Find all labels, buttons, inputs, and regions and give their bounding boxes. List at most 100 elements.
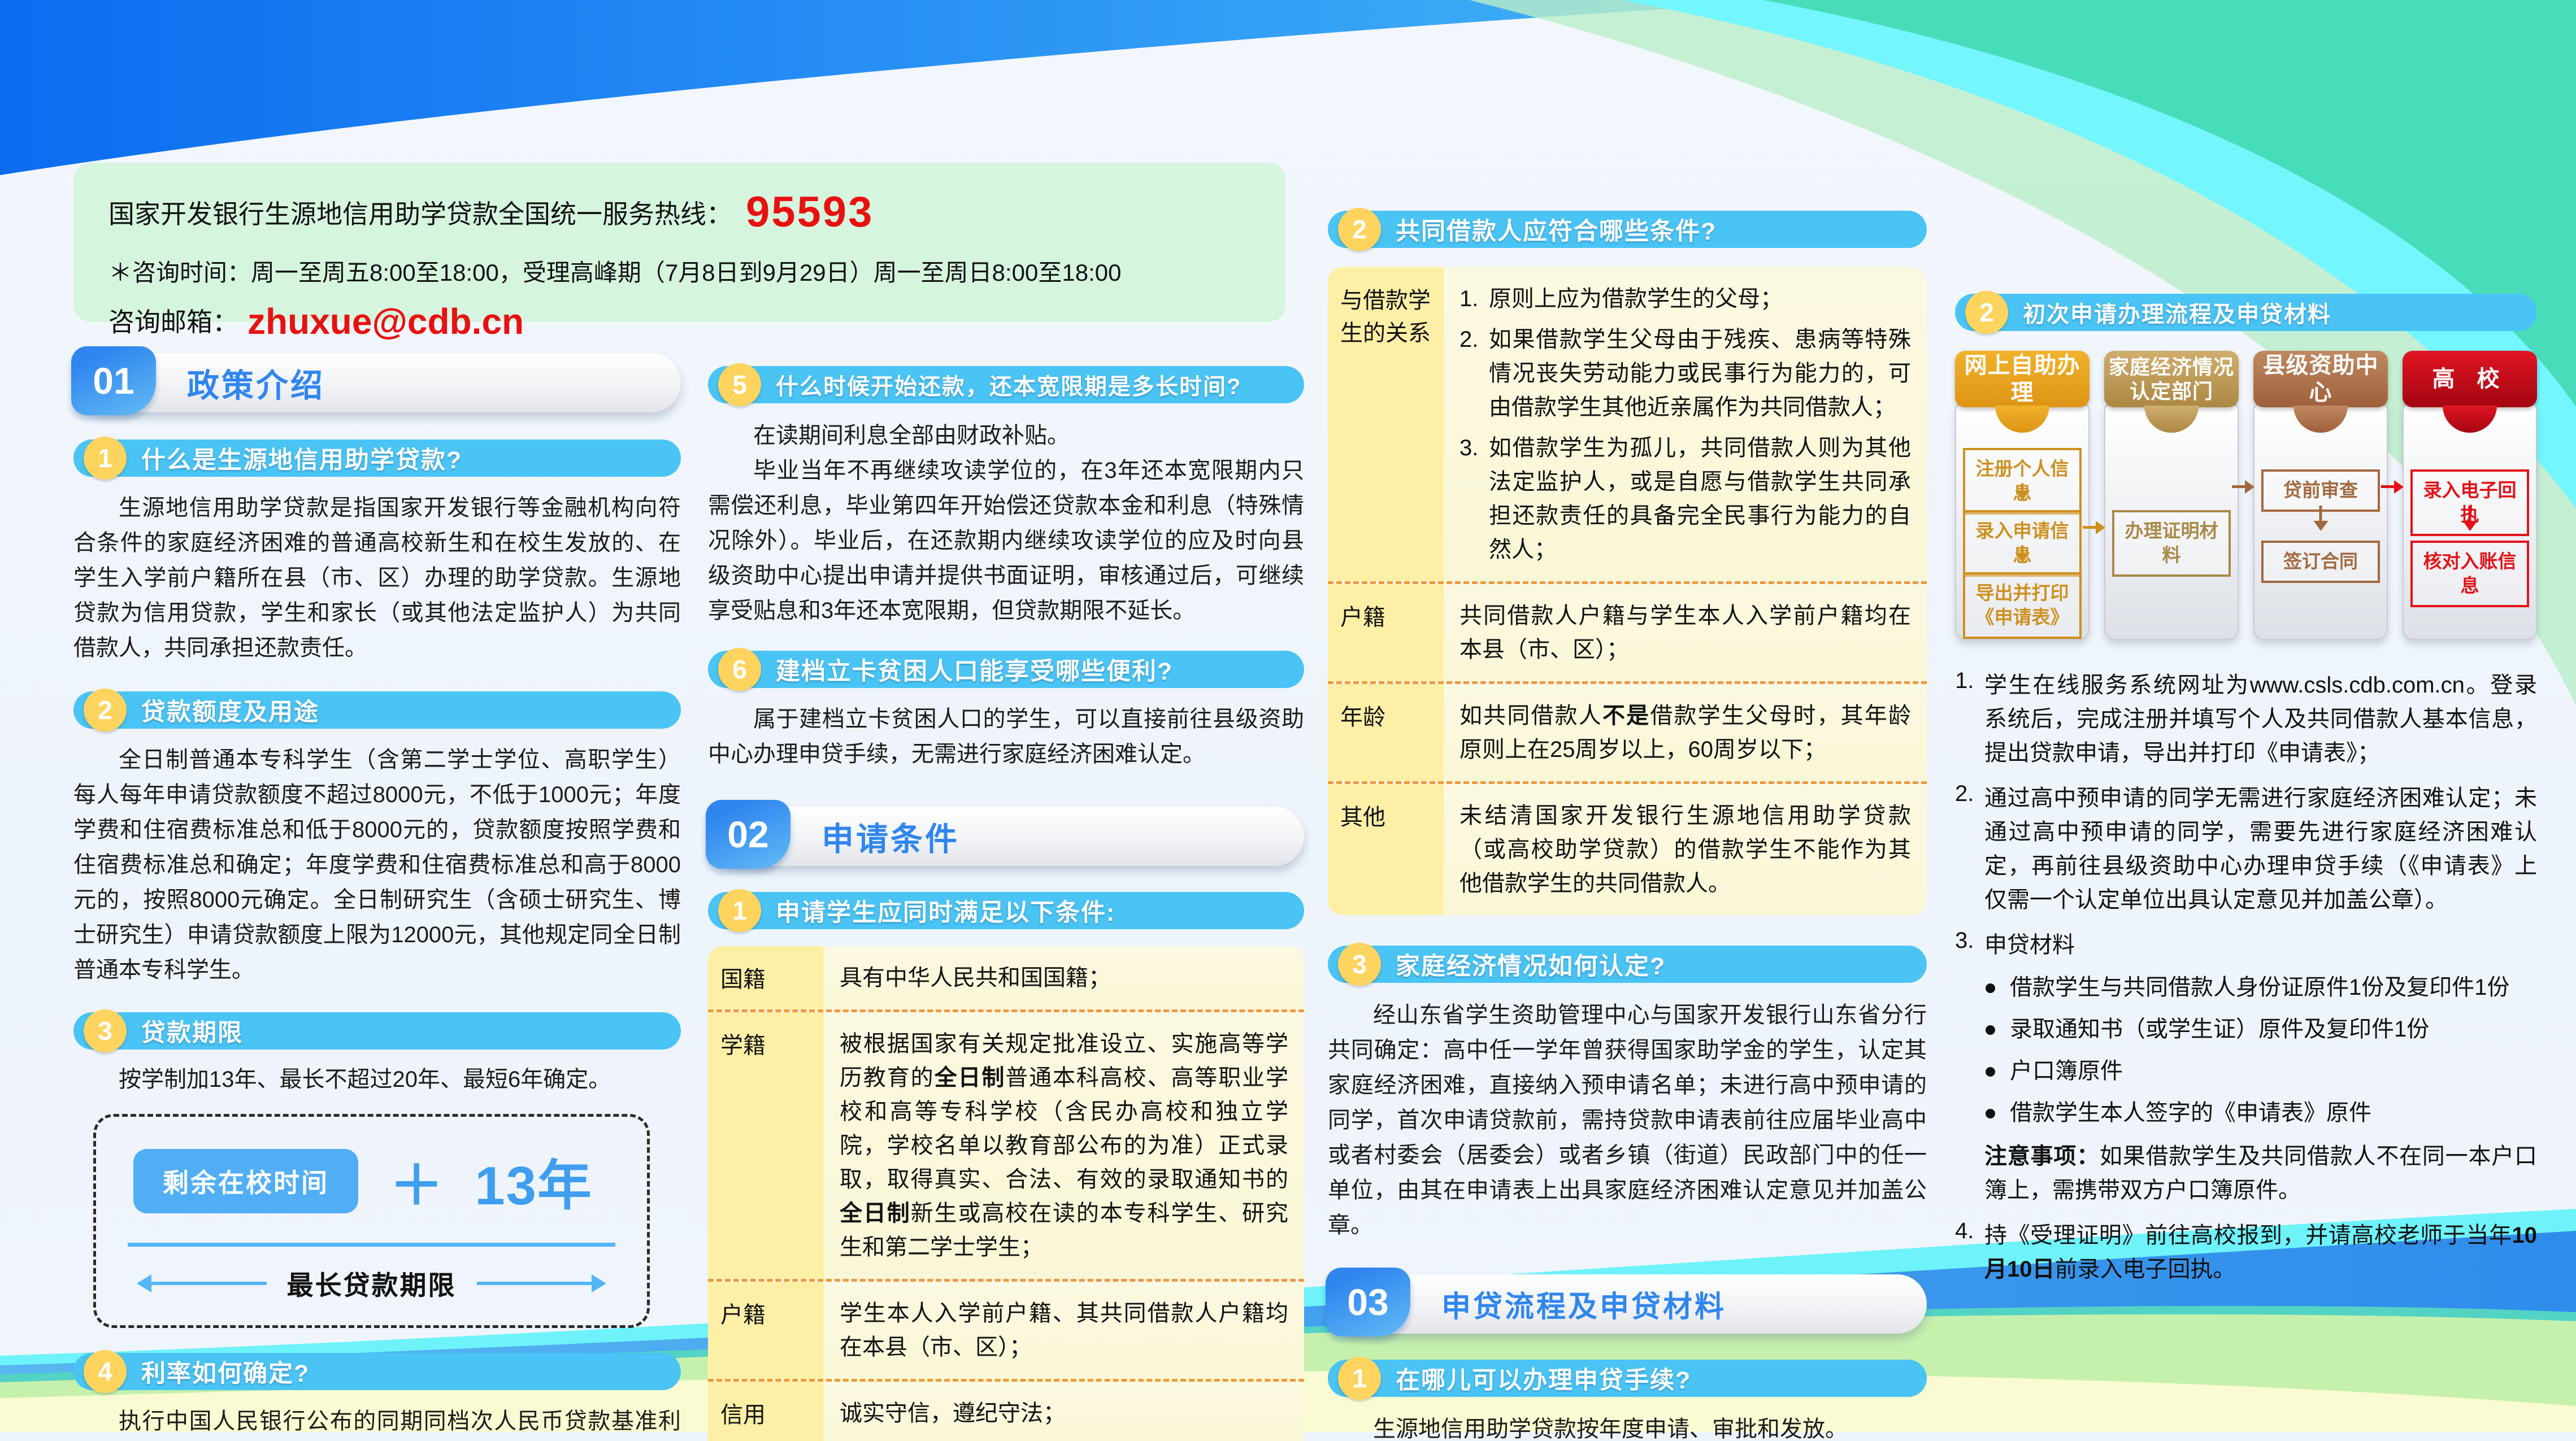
row-value: 学生本人入学前户籍、其共同借款人户籍均在本县（市、区）； xyxy=(824,1282,1304,1379)
q3-number-badge: 3 xyxy=(84,1009,127,1052)
where-apply-title: 在哪儿可以办理申贷手续? xyxy=(1396,1361,1691,1396)
q3-body: 按学制加13年、最长不超过20年、最短6年确定。 xyxy=(73,1062,681,1097)
row-value: 1. 原则上应为借款学生的父母； 2. 如果借款学生父母由于残疾、患病等特殊情况… xyxy=(1444,267,1927,581)
note-number: 1. xyxy=(1955,668,1984,770)
email-address: zhuxue@cdb.cn xyxy=(247,301,524,342)
row-text: 如共同借款人 xyxy=(1459,703,1602,728)
lane-header: 县级资助中心 xyxy=(2253,351,2388,407)
table-row: 户籍 学生本人入学前户籍、其共同借款人户籍均在本县（市、区）； xyxy=(708,1282,1304,1382)
row-value: 共同借款人户籍与学生本人入学前户籍均在本县（市、区）； xyxy=(1444,584,1927,681)
item-text: 原则上应为借款学生的父母； xyxy=(1489,282,1911,316)
apply-conditions-title: 申请学生应同时满足以下条件: xyxy=(776,893,1115,928)
row-value: 如共同借款人不是借款学生父母时，其年龄原则上在25周岁以上，60周岁以下； xyxy=(1444,684,1927,781)
flow-lane-county-center: 县级资助中心 贷前审查 签订合同 xyxy=(2253,351,2388,645)
arrow-right-icon xyxy=(2232,485,2252,488)
section-03-title: 申贷流程及申贷材料 xyxy=(1441,1283,1726,1325)
q4-body: 执行中国人民银行公布的同期同档次人民币贷款基准利率，不上浮。每年12月21日根据… xyxy=(73,1404,681,1441)
diagram-rule xyxy=(128,1243,615,1247)
q1-pill: 1 什么是生源地信用助学贷款? xyxy=(73,439,681,477)
row-label: 与借款学生的关系 xyxy=(1328,267,1444,581)
apply-conditions-number-badge: 1 xyxy=(718,889,761,932)
lane-header: 高 校 xyxy=(2403,351,2537,407)
table-row: 国籍 具有中华人民共和国国籍； xyxy=(708,946,1304,1012)
note-text: 申贷材料 xyxy=(1984,928,2537,962)
column-first-apply-flow: 2 初次申请办理流程及申贷材料 网上自助办理 注册个人信息 录入申请信息 导出并… xyxy=(1955,294,2537,1286)
flow-notes-list: 1. 学生在线服务系统网址为www.csls.cdb.com.cn。登录系统后，… xyxy=(1955,668,2537,1286)
row-value: 被根据国家有关规定批准设立、实施高等学历教育的全日制普通本科高校、高等职业学校和… xyxy=(824,1012,1304,1279)
q1-title: 什么是生源地信用助学贷款? xyxy=(141,441,462,476)
column-coborrower-process: 2 共同借款人应符合哪些条件? 与借款学生的关系 1. 原则上应为借款学生的父母… xyxy=(1328,211,1927,1441)
family-assess-number-badge: 3 xyxy=(1338,943,1381,986)
row-label: 其他 xyxy=(1328,784,1444,915)
note-item: 2. 通过高中预申请的同学无需进行家庭经济困难认定；未通过高中预申请的同学，需要… xyxy=(1955,781,2537,917)
brochure-page: 国家开发银行生源地信用助学贷款全国统一服务热线：95593 ＊咨询时间：周一至周… xyxy=(0,0,2576,1441)
relation-item: 3. 如借款学生为孤儿，共同借款人则为其他法定监护人，或是自愿与借款学生共同承担… xyxy=(1459,431,1911,567)
notice-label: 注意事项： xyxy=(1984,1144,2100,1169)
flow-lane-university: 高 校 录入电子回执 核对入账信息 xyxy=(2403,351,2537,645)
q2-pill: 2 贷款额度及用途 xyxy=(73,691,681,729)
row-value: 未结清国家开发银行生源地信用助学贷款（或高校助学贷款）的借款学生不能作为其他借款… xyxy=(1444,784,1927,915)
q5-pill: 5 什么时候开始还款，还本宽限期是多长时间? xyxy=(708,366,1304,403)
arrow-down-icon xyxy=(2021,484,2024,499)
column-policy-intro: 01 政策介绍 1 什么是生源地信用助学贷款? 生源地信用助学贷款是指国家开发银… xyxy=(73,353,681,1441)
where-apply-number-badge: 1 xyxy=(1338,1357,1381,1400)
row-label: 年龄 xyxy=(1328,684,1444,781)
section-01-header: 01 政策介绍 xyxy=(77,353,681,412)
section-02-header: 02 申请条件 xyxy=(711,807,1304,866)
arrow-down-icon xyxy=(2319,506,2322,529)
bullet-dot-icon xyxy=(1986,1067,1995,1077)
q6-number-badge: 6 xyxy=(718,648,761,691)
flow-step: 导出并打印《申请表》 xyxy=(1963,572,2082,639)
row-value: 诚实守信，遵纪守法； xyxy=(824,1382,1304,1441)
hotline-label: 国家开发银行生源地信用助学贷款全国统一服务热线： xyxy=(108,199,732,229)
arrow-right-icon xyxy=(2083,526,2103,529)
note-number: 3. xyxy=(1955,928,1984,962)
remaining-school-time-chip: 剩余在校时间 xyxy=(133,1149,358,1213)
note-text: 持《受理证明》前往高校报到，并请高校老师于当年10月10日前录入电子回执。 xyxy=(1984,1218,2537,1286)
q4-number-badge: 4 xyxy=(84,1350,127,1393)
max-period-arrow: 最长贷款期限 xyxy=(128,1264,615,1303)
hotline-line: 国家开发银行生源地信用助学贷款全国统一服务热线： 95593 xyxy=(108,188,1250,237)
table-row: 年龄 如共同借款人不是借款学生父母时，其年龄原则上在25周岁以上，60周岁以下； xyxy=(1328,684,1927,784)
hotline-info-box: 国家开发银行生源地信用助学贷款全国统一服务热线：95593 ＊咨询时间：周一至周… xyxy=(73,163,1285,322)
section-03-header: 03 申贷流程及申贷材料 xyxy=(1331,1274,1927,1334)
q2-title: 贷款额度及用途 xyxy=(141,693,319,728)
flow-step: 核对入账信息 xyxy=(2410,541,2529,607)
q5-paragraph-2: 毕业当年不再继续攻读学位的，在3年还本宽限期内只需偿还利息，毕业第四年开始偿还贷… xyxy=(708,453,1304,628)
bullet-dot-icon xyxy=(1986,1109,1995,1118)
email-line: 咨询邮箱： zhuxue@cdb.cn xyxy=(108,301,1250,342)
hotline-number: 95593 xyxy=(746,188,874,236)
note-text: 学生在线服务系统网址为www.csls.cdb.com.cn。登录系统后，完成注… xyxy=(1984,668,2537,770)
note-text-part: 持《受理证明》前往高校报到，并请高校老师于当年 xyxy=(1984,1223,2512,1248)
arrow-left-icon xyxy=(128,1274,151,1292)
arrow-line-left xyxy=(151,1282,267,1285)
note-item: 3. 申贷材料 xyxy=(1955,928,2537,962)
lane-header: 网上自助办理 xyxy=(1955,351,2090,407)
item-text: 如借款学生为孤儿，共同借款人则为其他法定监护人，或是自愿与借款学生共同承担还款责… xyxy=(1489,431,1911,567)
q5-number-badge: 5 xyxy=(718,363,761,406)
material-bullet: 借款学生与共同借款人身份证原件1份及复印件1份 xyxy=(1984,971,2537,1004)
coborrower-number-badge: 2 xyxy=(1338,208,1381,251)
email-label: 咨询邮箱： xyxy=(108,307,238,337)
table-row: 其他 未结清国家开发银行生源地信用助学贷款（或高校助学贷款）的借款学生不能作为其… xyxy=(1328,784,1927,915)
first-apply-pill: 2 初次申请办理流程及申贷材料 xyxy=(1955,294,2537,331)
bullet-dot-icon xyxy=(1986,983,1995,993)
student-conditions-table: 国籍 具有中华人民共和国国籍； 学籍 被根据国家有关规定批准设立、实施高等学历教… xyxy=(708,946,1304,1441)
flow-step: 签订合同 xyxy=(2261,541,2380,583)
item-number: 2. xyxy=(1459,323,1489,424)
q5-title: 什么时候开始还款，还本宽限期是多长时间? xyxy=(776,368,1241,401)
section-02-title: 申请条件 xyxy=(822,813,959,860)
q5-paragraph-1: 在读期间利息全部由财政补贴。 xyxy=(708,418,1304,453)
note-number: 4. xyxy=(1955,1218,1984,1286)
row-label: 国籍 xyxy=(708,946,824,1009)
q2-number-badge: 2 xyxy=(84,689,127,732)
flow-step: 办理证明材料 xyxy=(2112,510,2231,577)
row-label: 学籍 xyxy=(708,1012,824,1279)
q6-body: 属于建档立卡贫困人口的学生，可以直接前往县级资助中心办理申贷手续，无需进行家庭经… xyxy=(708,702,1304,772)
note-item: 4. 持《受理证明》前往高校报到，并请高校老师于当年10月10日前录入电子回执。 xyxy=(1955,1218,2537,1286)
note-item: 1. 学生在线服务系统网址为www.csls.cdb.com.cn。登录系统后，… xyxy=(1955,668,2537,770)
material-bullet: 录取通知书（或学生证）原件及复印件1份 xyxy=(1984,1013,2537,1046)
item-text: 如果借款学生父母由于残疾、患病等特殊情况丧失劳动能力或民事行为能力的，可由借款学… xyxy=(1489,323,1911,424)
q6-pill: 6 建档立卡贫困人口能享受哪些便利? xyxy=(708,651,1304,688)
max-period-label: 最长贷款期限 xyxy=(287,1264,457,1303)
